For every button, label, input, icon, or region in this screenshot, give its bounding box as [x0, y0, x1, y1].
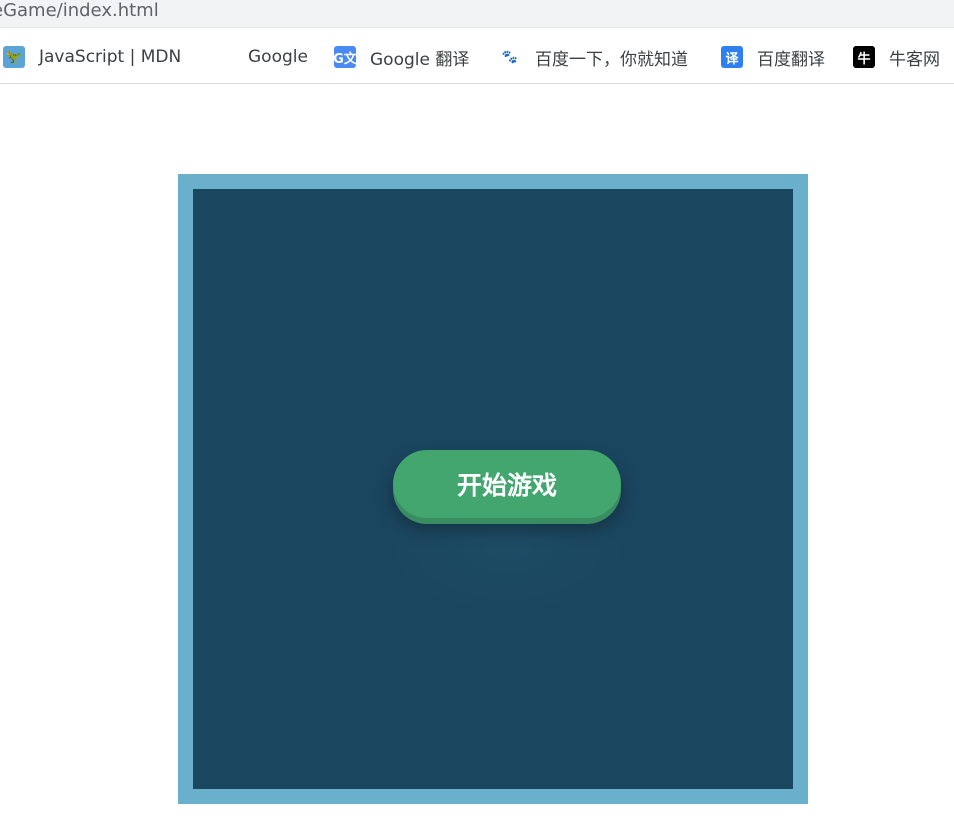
google-translate-icon: G文	[333, 46, 357, 68]
game-board: 开始游戏	[193, 189, 793, 789]
url-text[interactable]: eGame/index.html	[0, 0, 159, 22]
google-g-icon: G	[217, 49, 229, 65]
address-bar[interactable]: eGame/index.html	[0, 0, 954, 28]
start-game-button[interactable]: 开始游戏	[393, 450, 621, 518]
bookmark-google[interactable]: G Google	[212, 44, 308, 70]
bookmark-label: Google	[248, 47, 308, 67]
mdn-dinosaur-icon: 🦖	[3, 46, 25, 68]
bookmark-baidu-translate[interactable]: 译 百度翻译	[721, 44, 825, 70]
bookmark-nowcoder[interactable]: 牛 牛客网	[853, 44, 940, 70]
bookmark-baidu[interactable]: 🐾 百度一下，你就知道	[499, 44, 688, 70]
bookmark-label: Google 翻译	[370, 49, 470, 70]
nowcoder-icon: 牛	[853, 46, 875, 68]
baidu-translate-icon: 译	[721, 46, 743, 68]
bookmark-google-translate[interactable]: G文 Google 翻译	[333, 44, 470, 70]
bookmark-label: 百度一下，你就知道	[535, 49, 688, 70]
bookmark-label: 牛客网	[889, 49, 940, 70]
bookmark-label: 百度翻译	[757, 49, 825, 70]
bookmarks-bar: 🦖 JavaScript | MDN G Google G文 Google 翻译…	[0, 32, 954, 84]
bookmark-label: JavaScript | MDN	[39, 47, 182, 67]
bookmark-mdn[interactable]: 🦖 JavaScript | MDN	[3, 44, 181, 70]
game-frame: 开始游戏	[178, 174, 808, 804]
baidu-paw-icon: 🐾	[501, 49, 519, 65]
